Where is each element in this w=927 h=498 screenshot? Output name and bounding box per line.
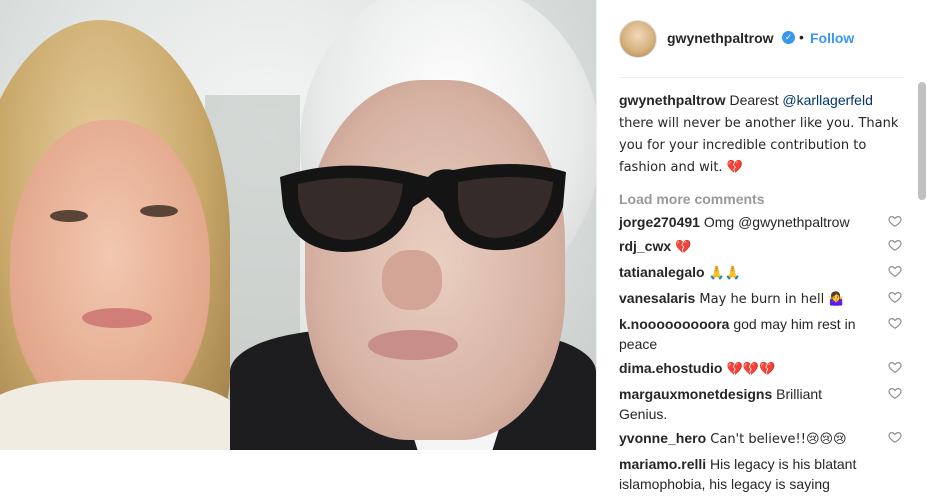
comment-item: vanesalaris May he burn in hell 🤷‍♀️	[619, 288, 904, 310]
comment-username[interactable]: tatianalegalo	[619, 264, 705, 280]
comment-item: tatianalegalo 🙏🙏	[619, 262, 904, 284]
comment-text: May he burn in hell 🤷‍♀️	[695, 292, 845, 307]
header-separator: •	[799, 29, 804, 45]
caption-mention[interactable]: @karllagerfeld	[782, 92, 872, 108]
caption-text-start: Dearest	[729, 92, 783, 108]
scrollbar-thumb[interactable]	[918, 82, 926, 200]
comment-text: 💔	[671, 240, 692, 255]
like-heart-icon[interactable]	[888, 214, 902, 228]
avatar[interactable]	[619, 20, 657, 58]
header-divider	[619, 77, 904, 78]
photo-woman-lips	[82, 308, 152, 328]
photo-woman-face	[10, 120, 210, 420]
comment-item: yvonne_hero Can't believe!!😢😢😢	[619, 428, 904, 450]
photo-woman-eye-right	[140, 205, 178, 217]
caption-text-end: there will never be another like you. Th…	[619, 116, 899, 175]
comment-item: k.nooooooooora god may him rest in peace	[619, 314, 904, 354]
comment-username[interactable]: k.nooooooooora	[619, 316, 729, 332]
comment-text: Can't believe!!😢😢😢	[706, 432, 847, 447]
comment-text: 🙏🙏	[704, 266, 742, 281]
post-header: gwynethpaltrow ✓ • Follow	[597, 0, 927, 77]
post-caption: gwynethpaltrow Dearest @karllagerfeld th…	[619, 90, 904, 178]
verified-badge-icon: ✓	[782, 31, 795, 44]
comment-username[interactable]: yvonne_hero	[619, 430, 706, 446]
comment-text: Omg @gwynethpaltrow	[699, 214, 850, 230]
comment-username[interactable]: dima.ehostudio	[619, 360, 722, 376]
photo-sunglasses	[280, 163, 566, 252]
caption-username[interactable]: gwynethpaltrow	[619, 92, 726, 108]
comment-text: 💔💔💔	[722, 362, 776, 377]
like-heart-icon[interactable]	[888, 360, 902, 374]
photo-woman-eye-left	[50, 210, 88, 222]
comment-item: margauxmonetdesigns Brilliant Genius.	[619, 384, 904, 424]
like-heart-icon[interactable]	[888, 430, 902, 444]
post-photo	[0, 0, 596, 450]
photo-woman-sweater	[0, 380, 240, 450]
follow-button[interactable]: Follow	[810, 30, 854, 46]
comments-scrollbar[interactable]	[918, 80, 926, 450]
like-heart-icon[interactable]	[888, 316, 902, 330]
like-heart-icon[interactable]	[888, 238, 902, 252]
like-heart-icon[interactable]	[888, 264, 902, 278]
comment-item: rdj_cwx 💔	[619, 236, 904, 258]
load-more-comments-button[interactable]: Load more comments	[619, 189, 904, 209]
post-sidebar: gwynethpaltrow ✓ • Follow gwynethpaltrow…	[596, 0, 927, 492]
like-heart-icon[interactable]	[888, 290, 902, 304]
comment-item: jorge270491 Omg @gwynethpaltrow	[619, 212, 904, 232]
comment-username[interactable]: rdj_cwx	[619, 238, 671, 254]
photo-man-lips	[368, 330, 458, 360]
comment-username[interactable]: jorge270491	[619, 214, 700, 230]
comment-item: mariamo.relli His legacy is his blatant …	[619, 454, 904, 494]
comment-username[interactable]: vanesalaris	[619, 290, 695, 306]
comment-username[interactable]: margauxmonetdesigns	[619, 386, 772, 402]
comments-list: gwynethpaltrow Dearest @karllagerfeld th…	[619, 90, 904, 498]
comment-item: dima.ehostudio 💔💔💔	[619, 358, 904, 380]
comment-username[interactable]: mariamo.relli	[619, 456, 706, 472]
header-username[interactable]: gwynethpaltrow	[667, 30, 774, 46]
like-heart-icon[interactable]	[888, 386, 902, 400]
